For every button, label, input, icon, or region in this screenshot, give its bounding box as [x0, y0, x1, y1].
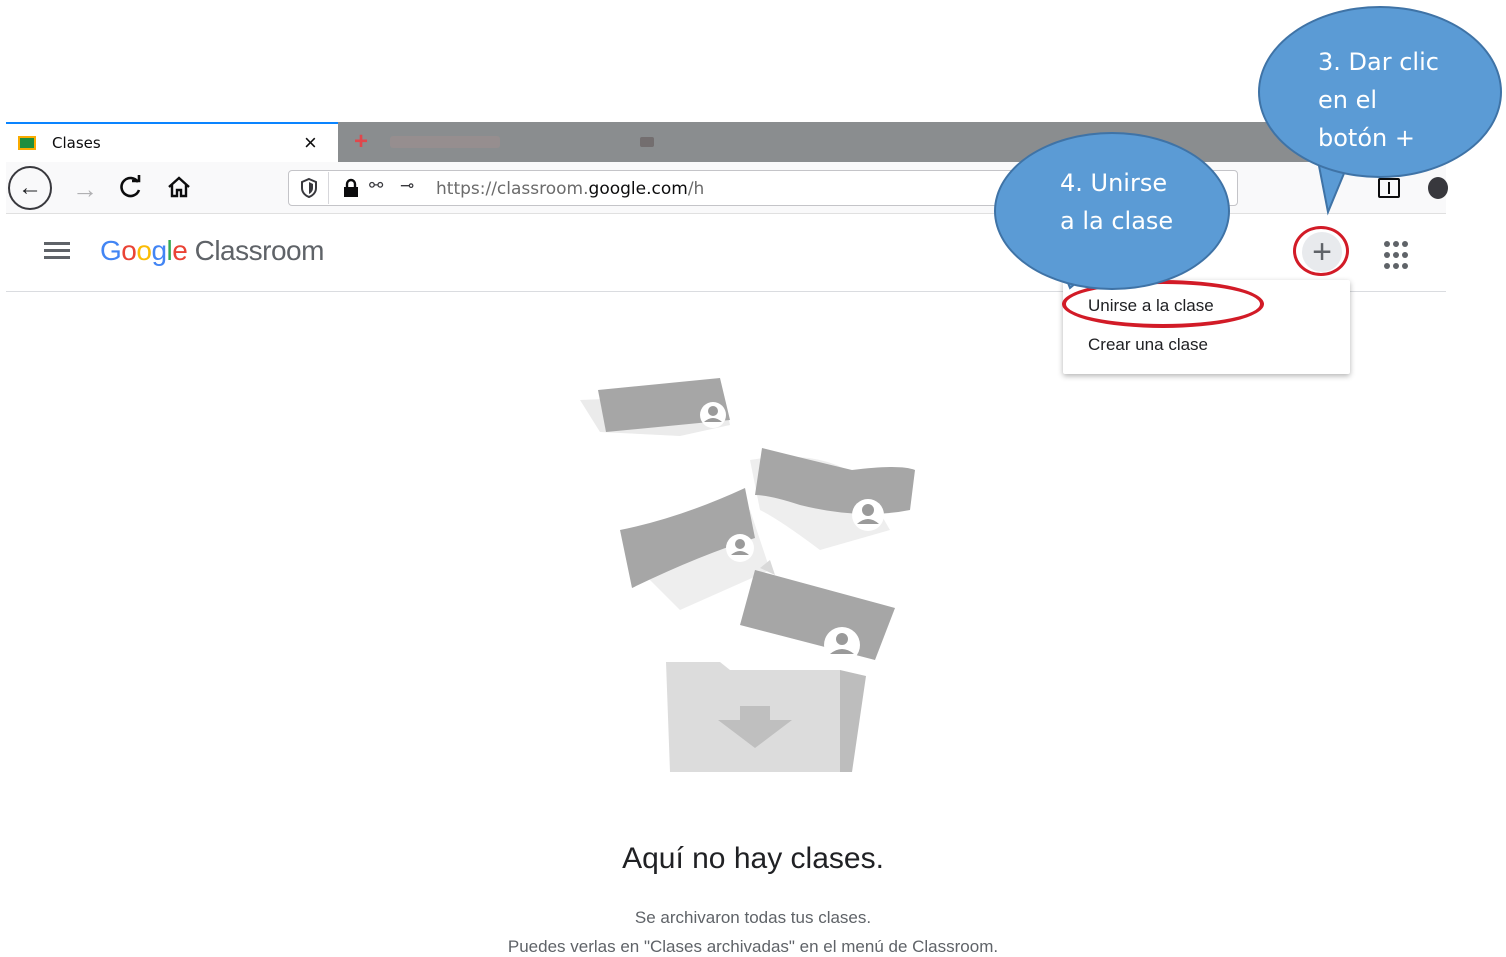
blurred-tab-close-icon[interactable] [640, 137, 654, 147]
google-wordmark: Google [100, 235, 188, 266]
url-separator [328, 172, 329, 204]
lock-icon[interactable] [342, 178, 360, 203]
google-letter: g [151, 235, 167, 266]
callout-step-4: 4. Unirse a la clase [994, 132, 1230, 290]
tab-close-icon[interactable]: × [304, 130, 317, 156]
reload-icon[interactable] [118, 174, 144, 205]
permissions-icon[interactable]: ⚯ [369, 176, 383, 196]
url-text[interactable]: https://classroom.google.com/h [436, 179, 704, 199]
google-letter: o [136, 235, 152, 266]
empty-state-title: Aquí no hay clases. [622, 842, 884, 875]
callout-4-line-2: a la clase [1060, 207, 1174, 235]
classroom-favicon-icon [18, 136, 36, 150]
tab-title: Clases [52, 134, 101, 152]
reader-view-icon[interactable] [1378, 178, 1400, 198]
blurred-tab-title[interactable] [390, 136, 500, 148]
empty-state-line-2: Puedes verlas en "Clases archivadas" en … [507, 937, 999, 956]
back-arrow-icon[interactable]: ← [8, 166, 52, 210]
empty-classes-illustration [580, 378, 915, 772]
home-icon[interactable] [166, 175, 192, 204]
callout-3-line-1: 3. Dar clic [1318, 48, 1439, 76]
google-letter: G [100, 235, 122, 266]
shield-icon[interactable] [300, 177, 318, 204]
classroom-wordmark: Classroom [194, 235, 325, 266]
url-prefix: https://classroom. [436, 179, 589, 199]
create-class-menu-item[interactable]: Crear una clase [1088, 335, 1208, 355]
google-letter: o [121, 235, 137, 266]
google-classroom-logo: Google Classroom [100, 235, 324, 267]
callout-3-line-3: botón + [1318, 124, 1415, 152]
callout-4-line-1: 4. Unirse [1060, 169, 1168, 197]
empty-state-line-1: Se archivaron todas tus clases. [634, 908, 872, 927]
google-apps-icon[interactable] [1384, 241, 1414, 271]
url-suffix: /h [687, 179, 705, 199]
key-icon[interactable]: ⊸ [400, 176, 414, 196]
plus-highlight-ring [1293, 226, 1349, 276]
callout-step-3: 3. Dar clic en el botón + [1258, 6, 1502, 178]
url-domain: google.com [588, 179, 688, 199]
forward-arrow-icon[interactable]: → [72, 174, 98, 204]
callout-3-line-2: en el [1318, 86, 1378, 114]
account-icon[interactable] [1428, 177, 1448, 199]
hamburger-menu-icon[interactable] [44, 238, 74, 268]
google-letter: e [172, 235, 188, 266]
new-tab-button[interactable]: + [354, 128, 368, 156]
